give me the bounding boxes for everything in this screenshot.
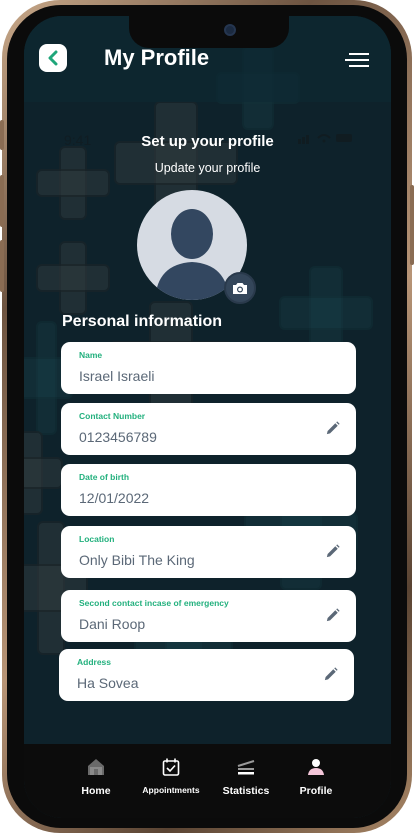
statistics-icon — [237, 760, 255, 775]
setup-subtitle: Update your profile — [154, 161, 261, 175]
mute-switch — [0, 120, 4, 150]
nav-statistics[interactable]: Statistics — [216, 758, 276, 797]
field-label: Date of birth — [79, 472, 130, 482]
field-label: Second contact incase of emergency — [79, 598, 229, 608]
person-icon — [308, 759, 324, 775]
field-value: Israel Israeli — [79, 368, 155, 384]
back-button[interactable] — [39, 44, 67, 72]
field-label: Location — [79, 534, 115, 544]
pencil-icon[interactable] — [323, 667, 338, 682]
field-label: Name — [79, 350, 103, 360]
emergency-contact-field[interactable]: Second contact incase of emergency Dani … — [61, 590, 356, 642]
screen: My Profile 9:41 Set up your profile Upda… — [24, 16, 391, 818]
nav-label: Profile — [299, 785, 333, 797]
nav-profile[interactable]: Profile — [294, 758, 338, 797]
nav-label: Appointments — [142, 785, 200, 795]
notch — [129, 16, 289, 48]
front-camera — [224, 24, 236, 36]
field-value: Ha Sovea — [77, 675, 139, 691]
volume-down-button — [0, 240, 4, 292]
page-title: My Profile — [104, 45, 210, 70]
field-label: Contact Number — [79, 411, 146, 421]
nav-label: Statistics — [222, 785, 270, 797]
calendar-check-icon — [162, 758, 180, 776]
address-field[interactable]: Address Ha Sovea — [59, 649, 354, 701]
field-value: Only Bibi The King — [79, 552, 195, 568]
setup-title: Set up your profile — [141, 133, 274, 150]
nav-label: Home — [81, 785, 111, 797]
date-of-birth-field[interactable]: Date of birth 12/01/2022 — [61, 464, 356, 516]
menu-icon[interactable] — [345, 52, 369, 68]
change-photo-button[interactable] — [224, 272, 256, 304]
contact-number-field[interactable]: Contact Number 0123456789 — [61, 403, 356, 455]
camera-icon — [233, 282, 247, 294]
field-value: Dani Roop — [79, 616, 146, 632]
pencil-icon[interactable] — [325, 544, 340, 559]
power-button — [410, 185, 414, 265]
pencil-icon[interactable] — [325, 421, 340, 436]
section-title: Personal information — [62, 313, 223, 330]
name-field[interactable]: Name Israel Israeli — [61, 342, 356, 394]
nav-home[interactable]: Home — [74, 758, 118, 797]
field-label: Address — [77, 657, 112, 667]
bottom-nav: Home Appointments Statistics Profile — [24, 744, 391, 818]
nav-appointments[interactable]: Appointments — [136, 758, 206, 795]
location-field[interactable]: Location Only Bibi The King — [61, 526, 356, 578]
volume-up-button — [0, 175, 4, 227]
pencil-icon[interactable] — [325, 608, 340, 623]
chevron-left-icon — [48, 50, 58, 66]
field-value: 0123456789 — [79, 429, 157, 445]
field-value: 12/01/2022 — [79, 490, 150, 506]
home-icon — [88, 759, 104, 775]
